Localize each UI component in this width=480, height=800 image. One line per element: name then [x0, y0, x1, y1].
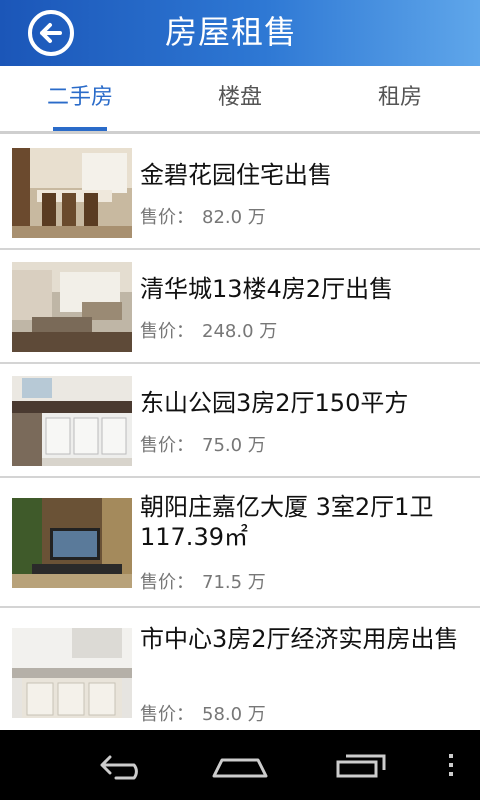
back-button[interactable]	[28, 10, 74, 56]
price-value: 248.0 万	[202, 321, 278, 342]
listing-photo	[12, 262, 132, 352]
listing-price: 售价： 82.0 万	[140, 203, 274, 229]
tab-property[interactable]: 楼盘	[160, 66, 320, 131]
price-value: 58.0 万	[202, 704, 266, 725]
price-label: 售价：	[140, 435, 194, 456]
listing-title: 清华城13楼4房2厅出售	[140, 275, 394, 303]
price-value: 71.5 万	[202, 572, 266, 593]
price-value: 75.0 万	[202, 435, 266, 456]
page-title: 房屋租售	[165, 13, 298, 51]
list-item[interactable]: 清华城13楼4房2厅出售 售价： 248.0 万	[0, 250, 480, 364]
home-nav-button[interactable]	[200, 730, 280, 800]
tab-bar: 二手房 楼盘 租房	[0, 66, 480, 134]
tab-rental[interactable]: 租房	[320, 66, 480, 131]
listing-price: 售价： 248.0 万	[140, 317, 285, 343]
list-item[interactable]: 东山公园3房2厅150平方 售价： 75.0 万	[0, 364, 480, 478]
price-label: 售价：	[140, 207, 194, 228]
listing-price: 售价： 71.5 万	[140, 568, 274, 594]
listing-price: 售价： 75.0 万	[140, 431, 274, 457]
price-label: 售价：	[140, 321, 194, 342]
listing-photo	[12, 628, 132, 718]
listing-price: 售价： 58.0 万	[140, 700, 274, 726]
price-value: 82.0 万	[202, 207, 266, 228]
listing-title: 东山公园3房2厅150平方	[140, 389, 409, 417]
recent-apps-icon	[336, 754, 386, 778]
listing-photo	[12, 148, 132, 238]
app-header: 房屋租售	[0, 0, 480, 66]
home-nav-icon	[212, 758, 268, 778]
listing-list[interactable]: 金碧花园住宅出售 售价： 82.0 万 清华城13楼4房2厅出售 售价： 248.0…	[0, 136, 480, 730]
list-item[interactable]: 朝阳庄嘉亿大厦 3室2厅1卫117.39㎡ 售价： 71.5 万	[0, 478, 480, 608]
back-nav-button[interactable]	[80, 730, 160, 800]
tab-second-hand[interactable]: 二手房	[0, 66, 160, 131]
overflow-menu-button[interactable]	[436, 730, 466, 800]
listing-title: 朝阳庄嘉亿大厦 3室2厅1卫117.39㎡	[140, 493, 434, 551]
listing-title: 金碧花园住宅出售	[140, 161, 332, 189]
list-item[interactable]: 金碧花园住宅出售 售价： 82.0 万	[0, 136, 480, 250]
list-item[interactable]: 市中心3房2厅经济实用房出售 售价： 58.0 万	[0, 608, 480, 730]
listing-photo	[12, 498, 132, 588]
price-label: 售价：	[140, 572, 194, 593]
system-nav-bar	[0, 730, 480, 800]
recent-apps-button[interactable]	[320, 730, 400, 800]
overflow-menu-icon	[449, 754, 453, 776]
listing-title: 市中心3房2厅经济实用房出售	[140, 625, 459, 653]
back-arrow-icon	[40, 23, 62, 43]
back-nav-icon	[100, 755, 138, 780]
listing-photo	[12, 376, 132, 466]
active-tab-indicator	[53, 127, 107, 131]
price-label: 售价：	[140, 704, 194, 725]
